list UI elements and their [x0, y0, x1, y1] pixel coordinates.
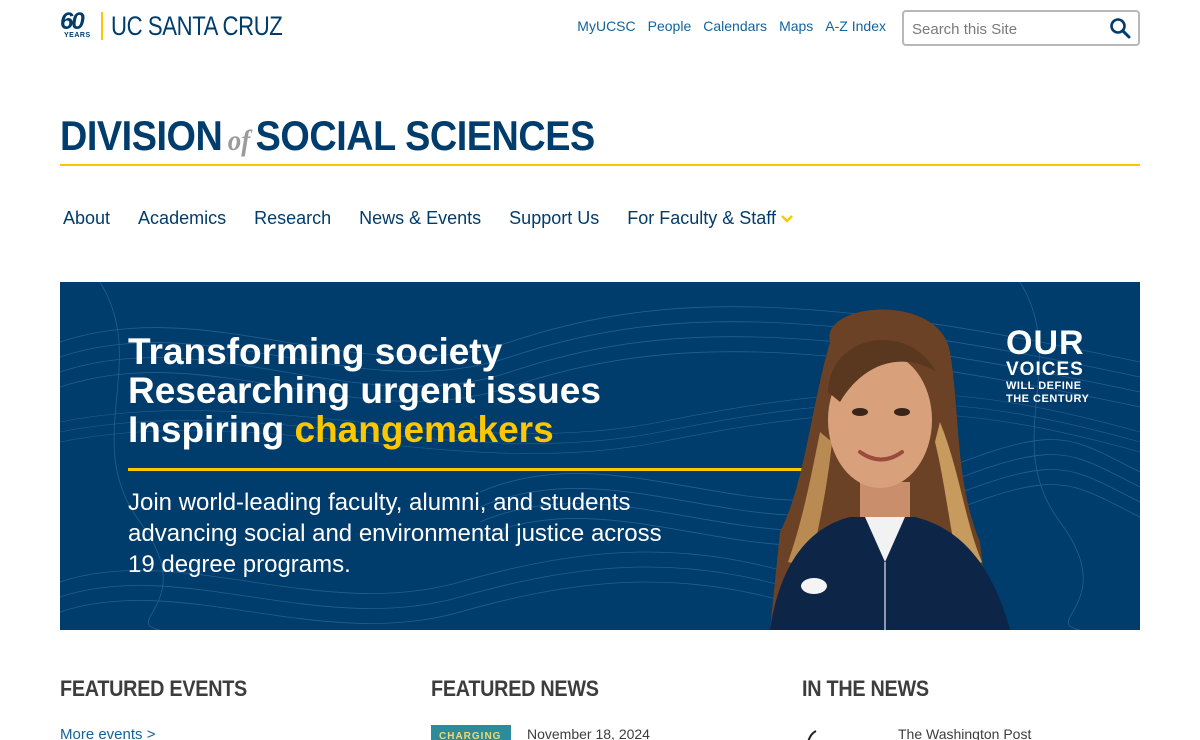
nav-news-events[interactable]: News & Events [359, 208, 481, 229]
news-thumbnail-text: CHARGING [439, 731, 502, 740]
sixty-years-mark: 60 YEARS [60, 8, 96, 41]
utility-link-maps[interactable]: Maps [779, 18, 813, 34]
our-voices-line-2: VOICES [1006, 359, 1084, 380]
news-source[interactable]: The Washington Post [898, 726, 1031, 740]
featured-news-heading: FEATURED NEWS [431, 676, 599, 701]
nav-research[interactable]: Research [254, 208, 331, 229]
hero-subtext: Join world-leading faculty, alumni, and … [128, 489, 662, 578]
hero-line-3-prefix: Inspiring [128, 409, 295, 450]
ucsc-logo[interactable]: 60 YEARS UC SANTA CRUZ [60, 8, 320, 42]
featured-events-heading: FEATURED EVENTS [60, 676, 248, 701]
hero-line-1: Transforming society [128, 331, 503, 372]
division-title: DIVISION of SOCIAL SCIENCES [60, 112, 1032, 160]
site-search [902, 10, 1140, 46]
hero-line-2: Researching urgent issues [128, 370, 601, 411]
main-nav: About Academics Research News & Events S… [63, 208, 794, 229]
our-voices-line-4: THE CENTURY [1006, 393, 1090, 405]
hero-gold-rule [128, 468, 808, 471]
news-date: November 18, 2024 [527, 726, 650, 740]
search-button[interactable] [1108, 17, 1132, 41]
division-title-of: of [227, 124, 251, 157]
university-name: UC SANTA CRUZ [111, 10, 283, 41]
hero-line-3: Inspiring changemakers [128, 410, 601, 449]
utility-link-people[interactable]: People [648, 18, 692, 34]
hero-line-3-accent: changemakers [294, 409, 554, 450]
top-bar: 60 YEARS UC SANTA CRUZ MyUCSC People Cal… [60, 0, 1140, 56]
hero-headline: Transforming society Researching urgent … [128, 332, 601, 449]
newspaper-logo-icon [807, 730, 817, 740]
our-voices-badge: OUR VOICES WILL DEFINE THE CENTURY [1006, 326, 1106, 406]
featured-news-section: FEATURED NEWS CHARGING November 18, 2024 [431, 676, 761, 740]
featured-events-section: FEATURED EVENTS More events > [60, 676, 390, 740]
utility-link-calendars[interactable]: Calendars [703, 18, 767, 34]
nav-faculty-staff[interactable]: For Faculty & Staff [627, 208, 794, 229]
utility-link-az-index[interactable]: A-Z Index [825, 18, 886, 34]
more-events-link[interactable]: More events > [60, 726, 155, 740]
nav-support-us[interactable]: Support Us [509, 208, 599, 229]
search-icon [1110, 18, 1131, 39]
division-title-part3: SOCIAL SCIENCES [255, 112, 596, 159]
logo-divider [101, 12, 103, 40]
utility-link-myucsc[interactable]: MyUCSC [577, 18, 635, 34]
chevron-down-icon[interactable] [780, 214, 794, 224]
in-the-news-heading: IN THE NEWS [802, 676, 929, 701]
utility-nav: MyUCSC People Calendars Maps A-Z Index [577, 18, 886, 34]
nav-about[interactable]: About [63, 208, 110, 229]
our-voices-line-3: WILL DEFINE [1006, 380, 1082, 392]
our-voices-line-1: OUR [1006, 324, 1085, 362]
news-thumbnail[interactable]: CHARGING [431, 725, 511, 740]
division-title-part1: DIVISION [60, 112, 223, 159]
search-input[interactable] [912, 18, 1102, 40]
division-header: DIVISION of SOCIAL SCIENCES [60, 112, 1140, 166]
nav-faculty-staff-label: For Faculty & Staff [627, 208, 776, 228]
hero-banner[interactable]: Transforming society Researching urgent … [60, 282, 1140, 630]
student-photo [770, 309, 1010, 630]
in-the-news-section: IN THE NEWS The Washington Post [802, 676, 1132, 740]
nav-academics[interactable]: Academics [138, 208, 226, 229]
anniversary-label: YEARS [64, 32, 91, 39]
